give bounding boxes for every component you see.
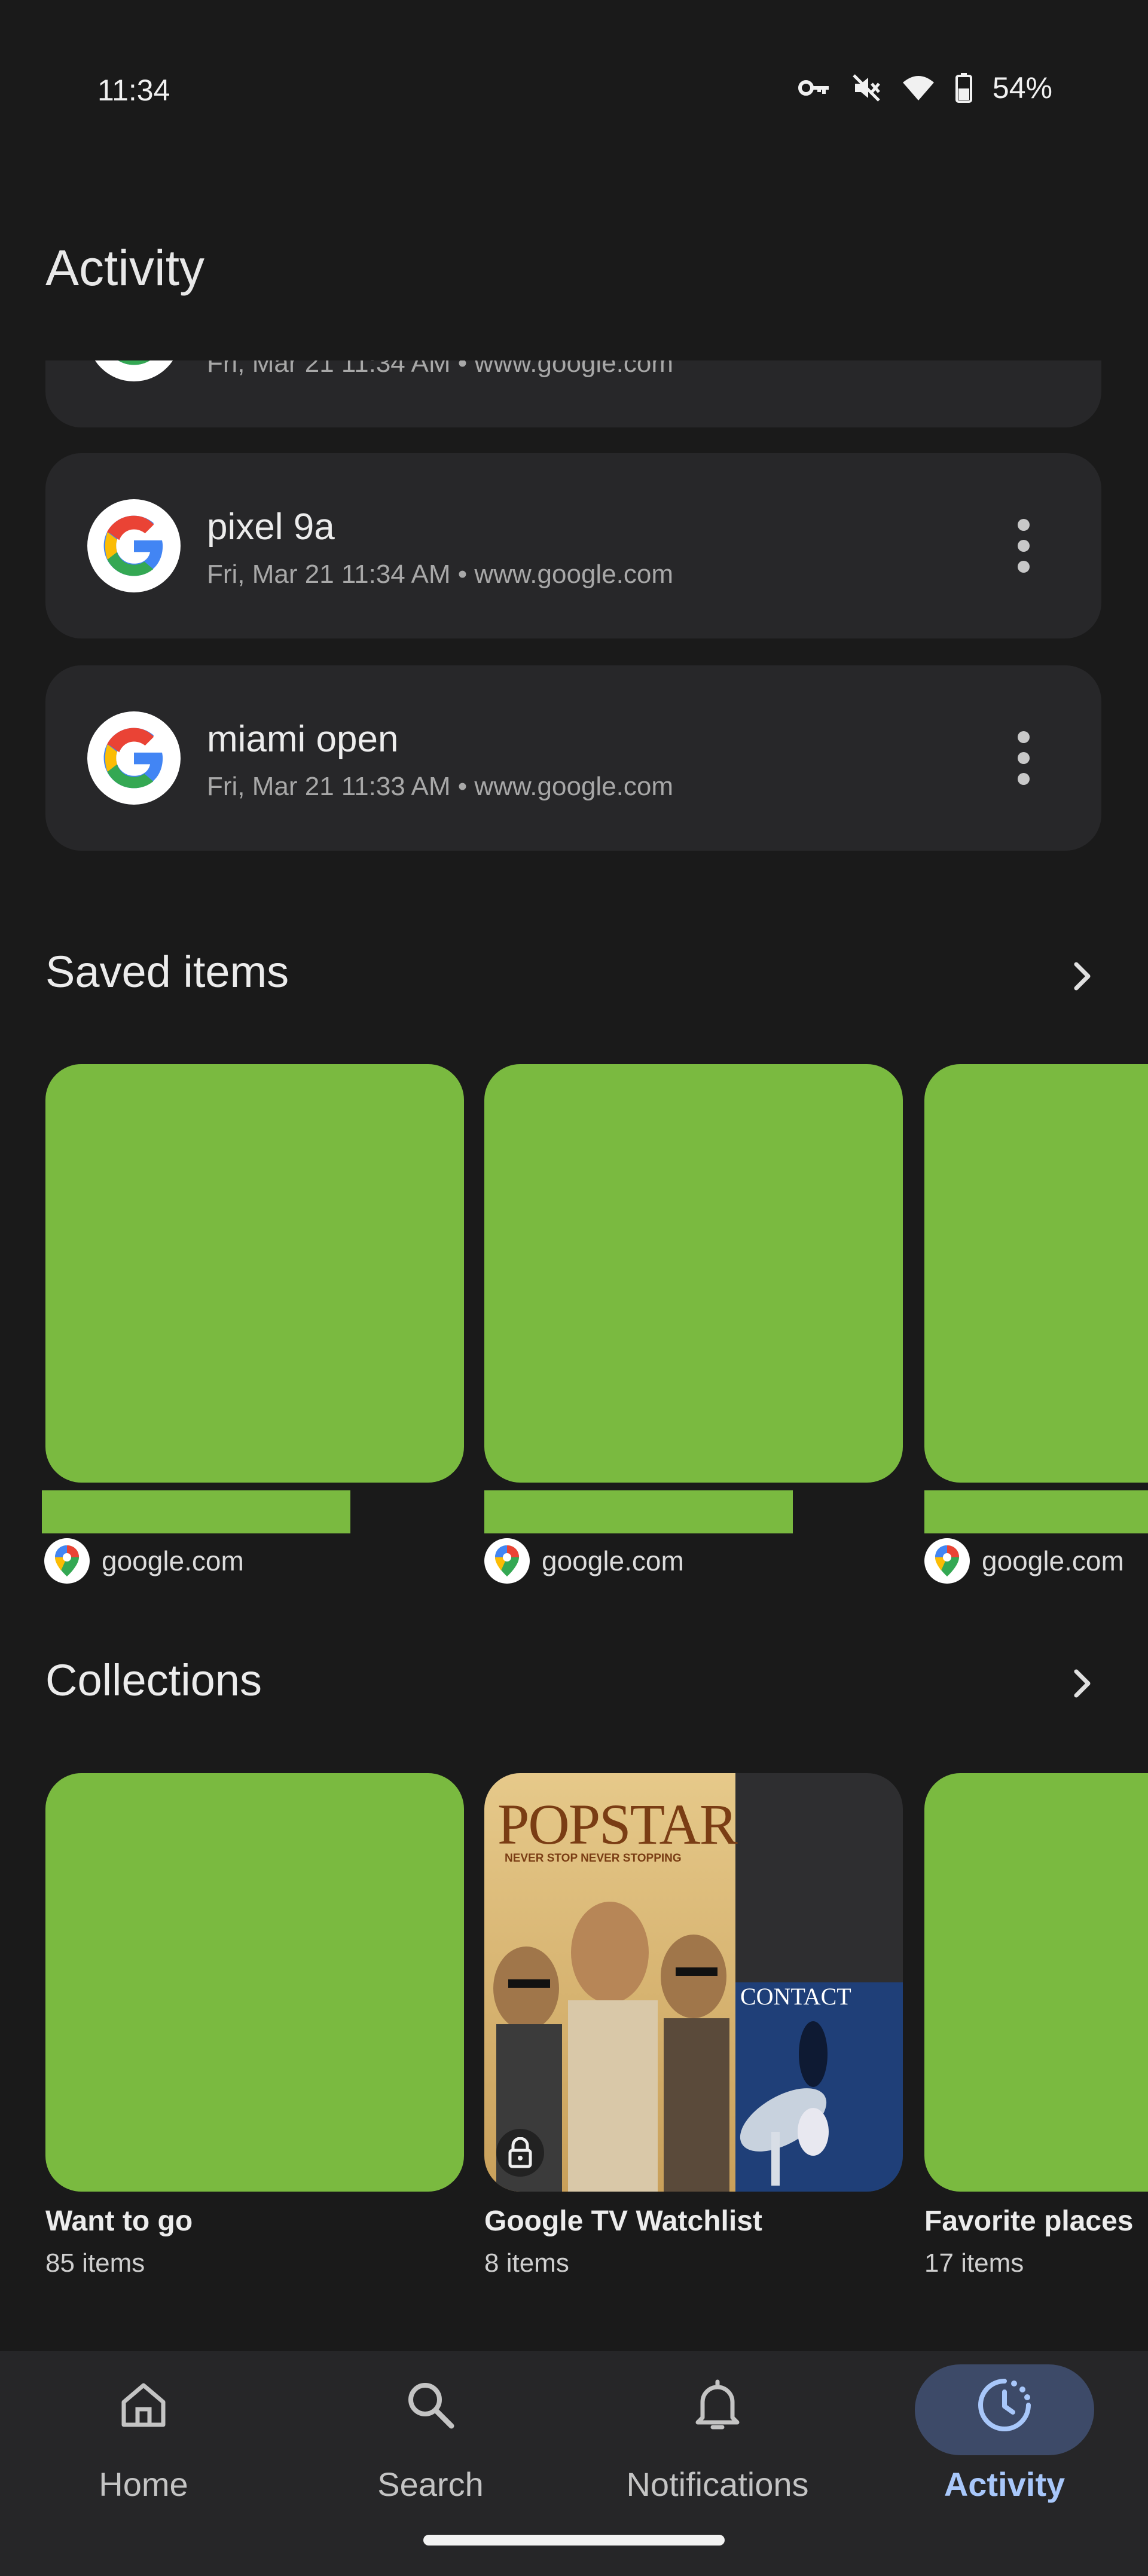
saved-item-thumbnail[interactable]	[484, 1064, 903, 1483]
vpn-key-icon	[798, 80, 829, 96]
google-logo-icon	[87, 360, 181, 381]
battery-percent: 54%	[992, 71, 1052, 105]
status-bar: 11:34 54%	[0, 0, 1148, 137]
collection-name: Google TV Watchlist	[484, 2205, 762, 2237]
page-title: Activity	[45, 240, 205, 296]
home-icon	[114, 2375, 173, 2435]
saved-item-source-label: google.com	[102, 1545, 244, 1576]
google-maps-icon	[44, 1538, 90, 1584]
nav-home[interactable]: Home	[0, 2351, 287, 2531]
poster-title-contact: CONTACT	[740, 1983, 851, 2010]
google-maps-icon	[484, 1538, 530, 1584]
bell-icon	[688, 2375, 747, 2435]
saved-item-thumbnail[interactable]	[45, 1064, 464, 1483]
history-meta: Fri, Mar 21 11:33 AM • www.google.com	[207, 772, 674, 801]
nav-activity-label: Activity	[944, 2465, 1065, 2503]
saved-item-thumbnail[interactable]	[924, 1064, 1148, 1483]
more-options-icon[interactable]	[1012, 519, 1036, 573]
nav-search-label: Search	[377, 2465, 484, 2503]
history-meta: Fri, Mar 21 11:34 AM • www.google.com	[207, 560, 674, 589]
collection-thumbnail[interactable]	[924, 1773, 1148, 2192]
mute-icon	[853, 74, 880, 102]
saved-item-title-redacted	[924, 1490, 1148, 1533]
status-time: 11:34	[97, 74, 170, 107]
search-icon	[401, 2375, 460, 2435]
nav-notifications-label: Notifications	[626, 2465, 809, 2503]
history-item[interactable]: miami open Fri, Mar 21 11:33 AM • www.go…	[45, 665, 1101, 851]
movie-poster-contact	[735, 1982, 903, 2192]
saved-item-source-label: google.com	[542, 1545, 684, 1576]
activity-content[interactable]: Fri, Mar 21 11:34 AM • www.google.com pi…	[0, 360, 1148, 2351]
google-logo-icon	[87, 499, 181, 592]
saved-item-title-redacted	[42, 1490, 350, 1533]
gesture-home-indicator[interactable]	[423, 2535, 725, 2546]
more-options-icon[interactable]	[1012, 731, 1036, 785]
battery-icon	[955, 73, 972, 103]
google-maps-icon	[924, 1538, 970, 1584]
history-title: miami open	[207, 719, 399, 760]
collection-thumbnail[interactable]	[45, 1773, 464, 2192]
history-meta: Fri, Mar 21 11:34 AM • www.google.com	[207, 360, 674, 378]
history-item[interactable]: pixel 9a Fri, Mar 21 11:34 AM • www.goog…	[45, 453, 1101, 638]
chevron-right-icon[interactable]	[1064, 1666, 1100, 1701]
nav-home-label: Home	[99, 2465, 188, 2503]
collection-thumbnail[interactable]: POPSTAR NEVER STOP NEVER STOPPING CONTAC…	[484, 1773, 903, 2192]
collection-count: 17 items	[924, 2248, 1024, 2278]
saved-item-source-label: google.com	[982, 1545, 1124, 1576]
private-lock-icon	[496, 2129, 544, 2177]
google-logo-icon	[87, 711, 181, 805]
collection-count: 85 items	[45, 2248, 145, 2278]
saved-items-title[interactable]: Saved items	[45, 946, 289, 997]
history-item[interactable]: Fri, Mar 21 11:34 AM • www.google.com	[45, 360, 1101, 427]
saved-item-source: google.com	[44, 1538, 244, 1584]
collection-count: 8 items	[484, 2248, 569, 2278]
status-icons: 54%	[798, 71, 1052, 105]
saved-item-title-redacted	[484, 1490, 793, 1533]
nav-search[interactable]: Search	[287, 2351, 574, 2531]
wifi-icon	[902, 76, 934, 100]
history-title: pixel 9a	[207, 506, 335, 548]
poster-title: POPSTAR	[497, 1792, 738, 1856]
collection-name: Want to go	[45, 2205, 193, 2237]
saved-item-source: google.com	[924, 1538, 1124, 1584]
collection-name: Favorite places	[924, 2205, 1134, 2237]
nav-activity[interactable]: Activity	[861, 2351, 1148, 2531]
saved-item-source: google.com	[484, 1538, 684, 1584]
nav-notifications[interactable]: Notifications	[574, 2351, 861, 2531]
activity-icon	[975, 2375, 1034, 2435]
chevron-right-icon[interactable]	[1064, 958, 1100, 994]
poster-tagline: NEVER STOP NEVER STOPPING	[505, 1852, 682, 1865]
collections-title[interactable]: Collections	[45, 1655, 262, 1706]
